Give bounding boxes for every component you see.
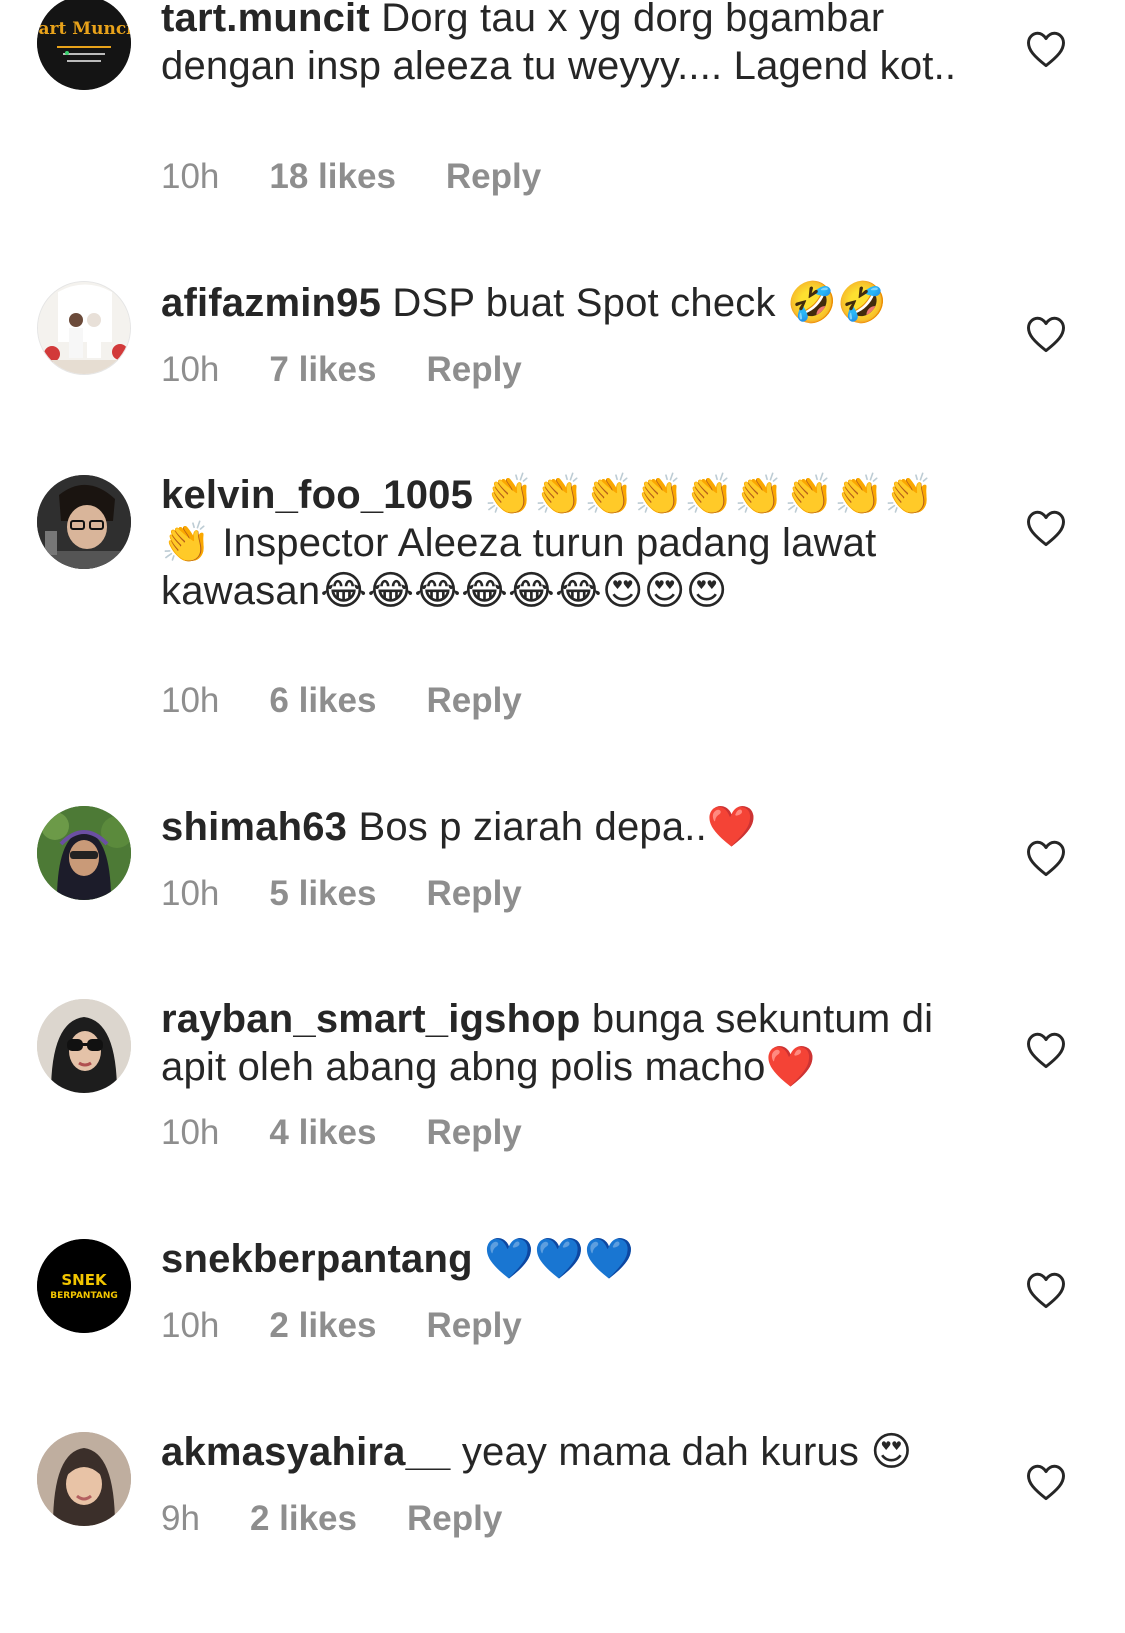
heart-icon[interactable] [1025,1462,1067,1502]
comment-time: 10h [161,874,220,913]
avatar-photo [38,282,130,374]
avatar[interactable]: Tart Muncit [37,0,131,90]
reply-button[interactable]: Reply [426,681,521,721]
comment-likes[interactable]: 6 likes [269,681,376,721]
reply-button[interactable]: Reply [426,1306,521,1346]
heart-icon[interactable] [1025,1270,1067,1310]
comment-username[interactable]: snekberpantang [161,1237,473,1281]
comment-time: 10h [161,681,220,720]
heart-icon[interactable] [1025,1030,1067,1070]
comment-username[interactable]: tart.muncit [161,0,370,40]
reply-button[interactable]: Reply [426,1113,521,1153]
comment-username[interactable]: kelvin_foo_1005 [161,473,473,517]
avatar[interactable] [37,1432,131,1526]
comment-text: snekberpantang 💙💙💙 [161,1235,961,1283]
heart-icon[interactable] [1025,314,1067,354]
avatar-photo [37,806,131,900]
comment-username[interactable]: rayban_smart_igshop [161,997,581,1041]
comment-time: 10h [161,350,220,389]
comment-body: Bos p ziarah depa..❤️ [347,805,757,849]
avatar-logo-text: SNEK [61,1271,108,1289]
avatar[interactable] [37,999,131,1093]
tart-muncit-logo: Tart Muncit [37,0,131,90]
comment-meta: 9h 2 likes Reply [161,1499,502,1539]
reply-button[interactable]: Reply [426,874,521,914]
avatar-logo-subtext: BERPANTANG [50,1291,118,1301]
avatar-photo [37,475,131,569]
avatar-photo [37,999,131,1093]
heart-icon[interactable] [1025,508,1067,548]
heart-icon[interactable] [1025,29,1067,69]
comment-meta: 10h 2 likes Reply [161,1306,522,1346]
comment-username[interactable]: afifazmin95 [161,281,381,325]
comment-meta: 10h 5 likes Reply [161,874,522,914]
comment-meta: 10h 4 likes Reply [161,1113,522,1153]
comment-likes[interactable]: 18 likes [269,157,396,197]
comment-body: 💙💙💙 [472,1237,635,1281]
comment-text: shimah63 Bos p ziarah depa..❤️ [161,803,961,851]
comment-meta: 10h 6 likes Reply [161,681,522,721]
snek-berpantang-logo: SNEK BERPANTANG [37,1239,131,1333]
comment-likes[interactable]: 4 likes [269,1113,376,1153]
comment-meta: 10h 18 likes Reply [161,157,541,197]
comment-body: yeay mama dah kurus 😍 [450,1430,913,1474]
comment-text: rayban_smart_igshop bunga sekuntum di ap… [161,995,961,1091]
comment-username[interactable]: akmasyahira__ [161,1430,451,1474]
avatar[interactable] [37,281,131,375]
comment-text: tart.muncit Dorg tau x yg dorg bgambar d… [161,0,961,90]
avatar[interactable] [37,475,131,569]
comment-likes[interactable]: 2 likes [250,1499,357,1539]
comment-time: 9h [161,1499,200,1538]
reply-button[interactable]: Reply [426,350,521,390]
comment-time: 10h [161,1113,220,1152]
heart-icon[interactable] [1025,838,1067,878]
reply-button[interactable]: Reply [407,1499,502,1539]
avatar[interactable]: SNEK BERPANTANG [37,1239,131,1333]
comment-text: kelvin_foo_1005 👏👏👏👏👏👏👏👏👏👏 Inspector Ale… [161,471,961,615]
comment-text: akmasyahira__ yeay mama dah kurus 😍 [161,1428,961,1476]
comment-time: 10h [161,1306,220,1345]
comment-likes[interactable]: 7 likes [269,350,376,390]
avatar-photo [37,1432,131,1526]
comment-likes[interactable]: 2 likes [269,1306,376,1346]
comment-meta: 10h 7 likes Reply [161,350,522,390]
avatar-logo-text: Tart Muncit [37,19,131,39]
comment-body: DSP buat Spot check 🤣🤣 [381,281,887,325]
comment-time: 10h [161,157,220,196]
comment-text: afifazmin95 DSP buat Spot check 🤣🤣 [161,279,961,327]
comment-username[interactable]: shimah63 [161,805,347,849]
reply-button[interactable]: Reply [446,157,541,197]
avatar[interactable] [37,806,131,900]
comment-likes[interactable]: 5 likes [269,874,376,914]
